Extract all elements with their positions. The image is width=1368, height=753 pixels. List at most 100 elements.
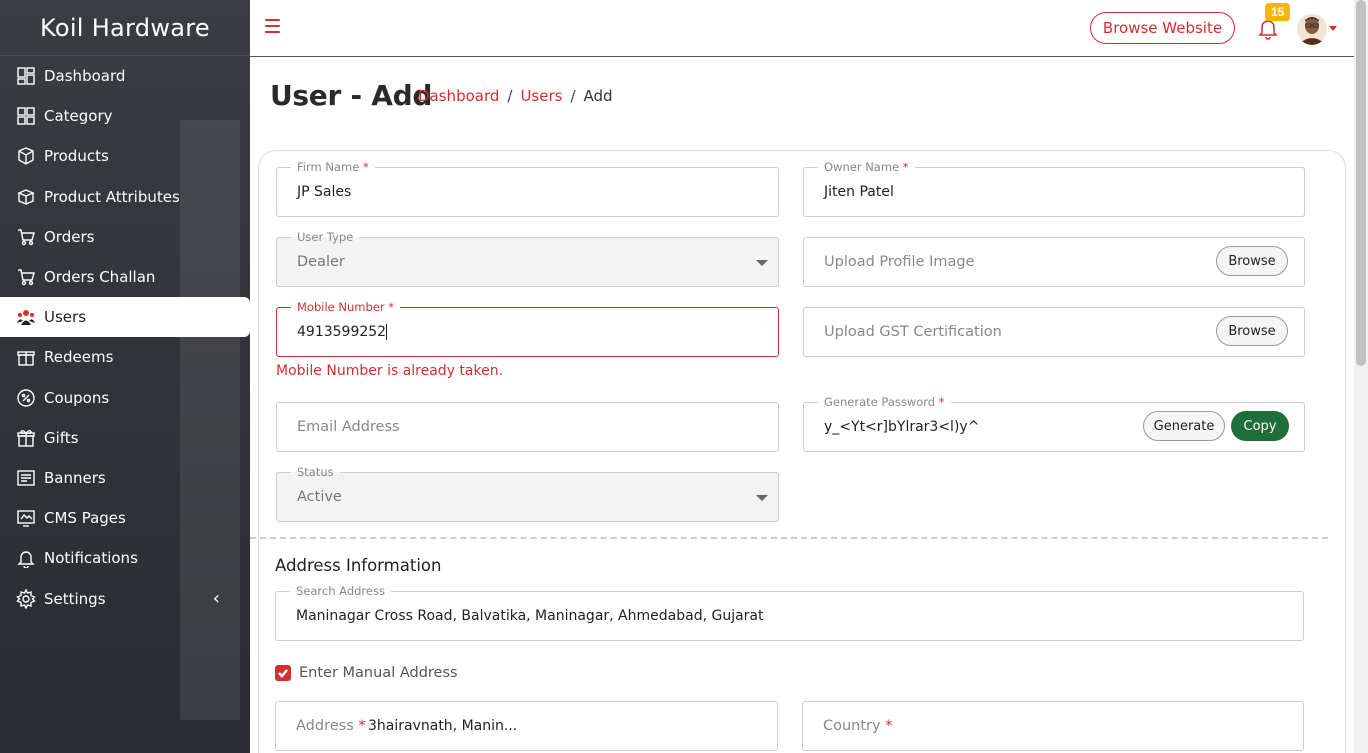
sidebar-item-coupons[interactable]: Coupons (0, 378, 250, 418)
products-icon (16, 146, 36, 166)
user-type-select[interactable]: User Type Dealer (276, 230, 779, 287)
chevron-down-icon (756, 260, 768, 266)
breadcrumb-dashboard-link[interactable]: Dashboard (418, 87, 499, 105)
page-scrollbar[interactable] (1354, 0, 1368, 753)
sidebar-item-label: Product Attributes (44, 187, 180, 206)
country-field[interactable]: Country * (802, 701, 1304, 751)
mobile-number-field[interactable]: Mobile Number * 4913599252 (276, 300, 779, 357)
sidebar-item-gifts[interactable]: Gifts (0, 418, 250, 458)
cms-icon (16, 508, 36, 528)
address-placeholder: Address * (296, 718, 366, 734)
scrollbar-thumb[interactable] (1356, 0, 1366, 366)
chevron-down-icon (756, 495, 768, 501)
status-select[interactable]: Status Active (276, 465, 779, 522)
sidebar-item-orders[interactable]: Orders (0, 217, 250, 257)
bell-icon (16, 548, 36, 569)
sidebar-item-label: Category (44, 107, 113, 126)
sidebar-item-category[interactable]: Category (0, 96, 250, 136)
gift-box-icon (16, 347, 36, 367)
sidebar-item-label: Users (44, 308, 87, 327)
notification-count-badge: 15 (1265, 3, 1291, 21)
sidebar-item-settings[interactable]: Settings ‹ (0, 578, 250, 618)
sidebar-item-label: Dashboard (44, 67, 126, 86)
dashboard-icon (16, 66, 36, 86)
user-avatar[interactable] (1297, 13, 1327, 45)
search-address-field[interactable]: Search Address Maninagar Cross Road, Bal… (275, 584, 1304, 641)
mobile-number-error: Mobile Number is already taken. (276, 363, 504, 379)
sidebar-item-label: Redeems (44, 348, 114, 367)
brand-title: Koil Hardware (0, 0, 250, 56)
category-icon (16, 106, 36, 126)
section-divider (250, 537, 1328, 539)
attributes-icon (16, 187, 36, 207)
breadcrumb: Dashboard / Users / Add (418, 87, 613, 105)
user-type-value: Dealer (297, 254, 345, 270)
generate-password-button[interactable]: Generate (1143, 411, 1225, 441)
firm-name-value: JP Sales (297, 184, 352, 200)
mobile-number-value: 4913599252 (297, 324, 388, 340)
coupon-icon (16, 388, 36, 408)
owner-name-field[interactable]: Owner Name * Jiten Patel (803, 160, 1305, 217)
address-value: 3hairavnath, Manin... (368, 718, 518, 734)
sidebar-item-label: Gifts (44, 428, 79, 447)
sidebar-item-label: Notifications (44, 549, 138, 568)
gst-certificate-upload[interactable]: Upload GST Certification Browse (803, 307, 1305, 357)
topbar: Browse Website 15 (250, 0, 1354, 57)
sidebar-item-products[interactable]: Products (0, 136, 250, 176)
email-field[interactable]: Email Address (276, 402, 779, 452)
avatar-dropdown-caret-icon[interactable] (1329, 26, 1337, 31)
copy-password-button[interactable]: Copy (1231, 411, 1289, 441)
status-value: Active (297, 489, 342, 505)
sidebar-item-product-attributes[interactable]: Product Attributes (0, 177, 250, 217)
sidebar-item-label: Banners (44, 468, 106, 487)
email-placeholder: Email Address (297, 419, 400, 435)
sidebar-item-users[interactable]: Users (0, 297, 250, 338)
menu-toggle-icon[interactable] (265, 19, 280, 34)
breadcrumb-current: Add (583, 87, 613, 105)
sidebar-item-label: Settings (44, 589, 106, 608)
owner-name-label: Owner Name * (818, 160, 915, 174)
sidebar-item-label: Orders (44, 227, 95, 246)
status-label: Status (291, 465, 340, 479)
sidebar-item-orders-challan[interactable]: Orders Challan (0, 257, 250, 297)
search-address-value: Maninagar Cross Road, Balvatika, Maninag… (296, 608, 764, 624)
gst-certificate-placeholder: Upload GST Certification (824, 324, 1002, 340)
orders-icon (16, 227, 36, 247)
firm-name-field[interactable]: Firm Name * JP Sales (276, 160, 779, 217)
sidebar-nav: Dashboard Category Products Product Attribu… (0, 56, 250, 619)
page-title: User - Add (270, 79, 433, 112)
country-placeholder: Country * (823, 718, 893, 734)
manual-address-checkbox[interactable] (275, 665, 291, 681)
main-content: User - Add Dashboard / Users / Add Firm Name… (250, 57, 1354, 753)
sidebar-item-redeems[interactable]: Redeems (0, 337, 250, 377)
sidebar-item-cms-pages[interactable]: CMS Pages (0, 498, 250, 538)
sidebar-collapse-icon[interactable]: ‹ (213, 588, 220, 609)
address-field[interactable]: Address * 3hairavnath, Manin... (275, 701, 778, 751)
address-section-title: Address Information (275, 556, 442, 575)
breadcrumb-separator: / (507, 87, 513, 105)
user-form-card: Firm Name * JP Sales Owner Name * Jiten … (258, 150, 1346, 753)
generate-password-field[interactable]: Generate Password * y_<Yt<r]bYlrar3<l)y^… (803, 395, 1305, 452)
generate-password-value: y_<Yt<r]bYlrar3<l)y^ (824, 419, 980, 435)
breadcrumb-separator: / (570, 87, 576, 105)
cart-icon (16, 267, 36, 287)
gst-browse-button[interactable]: Browse (1216, 316, 1288, 346)
search-address-label: Search Address (290, 584, 391, 598)
sidebar-item-label: CMS Pages (44, 509, 126, 528)
sidebar-item-notifications[interactable]: Notifications (0, 538, 250, 578)
generate-password-label: Generate Password * (818, 395, 951, 409)
browse-website-button[interactable]: Browse Website (1090, 12, 1235, 44)
breadcrumb-users-link[interactable]: Users (520, 87, 562, 105)
profile-image-browse-button[interactable]: Browse (1216, 246, 1288, 276)
sidebar-item-label: Coupons (44, 388, 110, 407)
gift-icon (16, 428, 36, 448)
sidebar-item-dashboard[interactable]: Dashboard (0, 56, 250, 96)
owner-name-value: Jiten Patel (824, 184, 894, 200)
firm-name-label: Firm Name * (291, 160, 375, 174)
profile-image-placeholder: Upload Profile Image (824, 254, 975, 270)
mobile-number-label: Mobile Number * (291, 300, 400, 314)
sidebar-item-banners[interactable]: Banners (0, 458, 250, 498)
sidebar-item-label: Orders Challan (44, 268, 156, 287)
profile-image-upload[interactable]: Upload Profile Image Browse (803, 237, 1305, 287)
gear-icon (16, 588, 36, 609)
